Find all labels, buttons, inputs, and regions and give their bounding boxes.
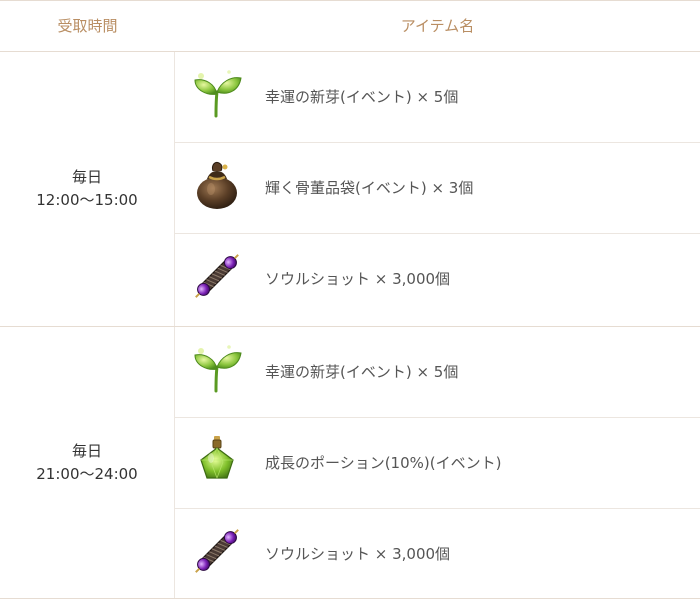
schedule-group: 毎日 12:00～15:00 幸運の新芽(イベント) × 5個 輝く骨董品袋(イ… (0, 52, 700, 327)
item-label: 幸運の新芽(イベント) × 5個 (265, 88, 459, 106)
item-row: ソウルショット × 3,000個 (175, 234, 700, 325)
item-name-header: アイテム名 (400, 17, 475, 35)
bag-icon (197, 162, 237, 209)
item-label: 幸運の新芽(イベント) × 5個 (265, 363, 459, 381)
item-label: ソウルショット × 3,000個 (265, 545, 451, 563)
potion-icon (200, 436, 234, 479)
sprout-icon (194, 70, 242, 118)
schedule-group: 毎日 21:00～24:00 幸運の新芽(イベント) × 5個 成長のポーション… (0, 327, 700, 599)
receive-time-cell: 毎日 21:00～24:00 (0, 327, 175, 598)
sprout-icon (194, 345, 242, 393)
item-label: 成長のポーション(10%)(イベント) (265, 454, 502, 472)
time-range: 12:00～15:00 (36, 191, 138, 209)
item-row: 幸運の新芽(イベント) × 5個 (175, 327, 700, 418)
time-frequency: 毎日 (71, 441, 102, 460)
receive-time-header: 受取時間 (57, 17, 118, 35)
time-range: 21:00～24:00 (36, 464, 138, 483)
item-row: 輝く骨董品袋(イベント) × 3個 (175, 143, 700, 234)
item-row: 成長のポーション(10%)(イベント) (175, 418, 700, 509)
table-header: 受取時間 アイテム名 (0, 0, 700, 52)
soulshot-icon (195, 529, 239, 573)
time-frequency: 毎日 (71, 168, 102, 186)
item-label: 輝く骨董品袋(イベント) × 3個 (265, 179, 474, 197)
item-label: ソウルショット × 3,000個 (265, 270, 451, 288)
item-row: 幸運の新芽(イベント) × 5個 (175, 52, 700, 143)
soulshot-icon (195, 254, 239, 298)
receive-time-cell: 毎日 12:00～15:00 (0, 52, 175, 326)
item-row: ソウルショット × 3,000個 (175, 509, 700, 600)
reward-schedule-table: 受取時間 アイテム名 毎日 12:00～15:00 幸運の新芽(イベント) × … (0, 0, 700, 599)
